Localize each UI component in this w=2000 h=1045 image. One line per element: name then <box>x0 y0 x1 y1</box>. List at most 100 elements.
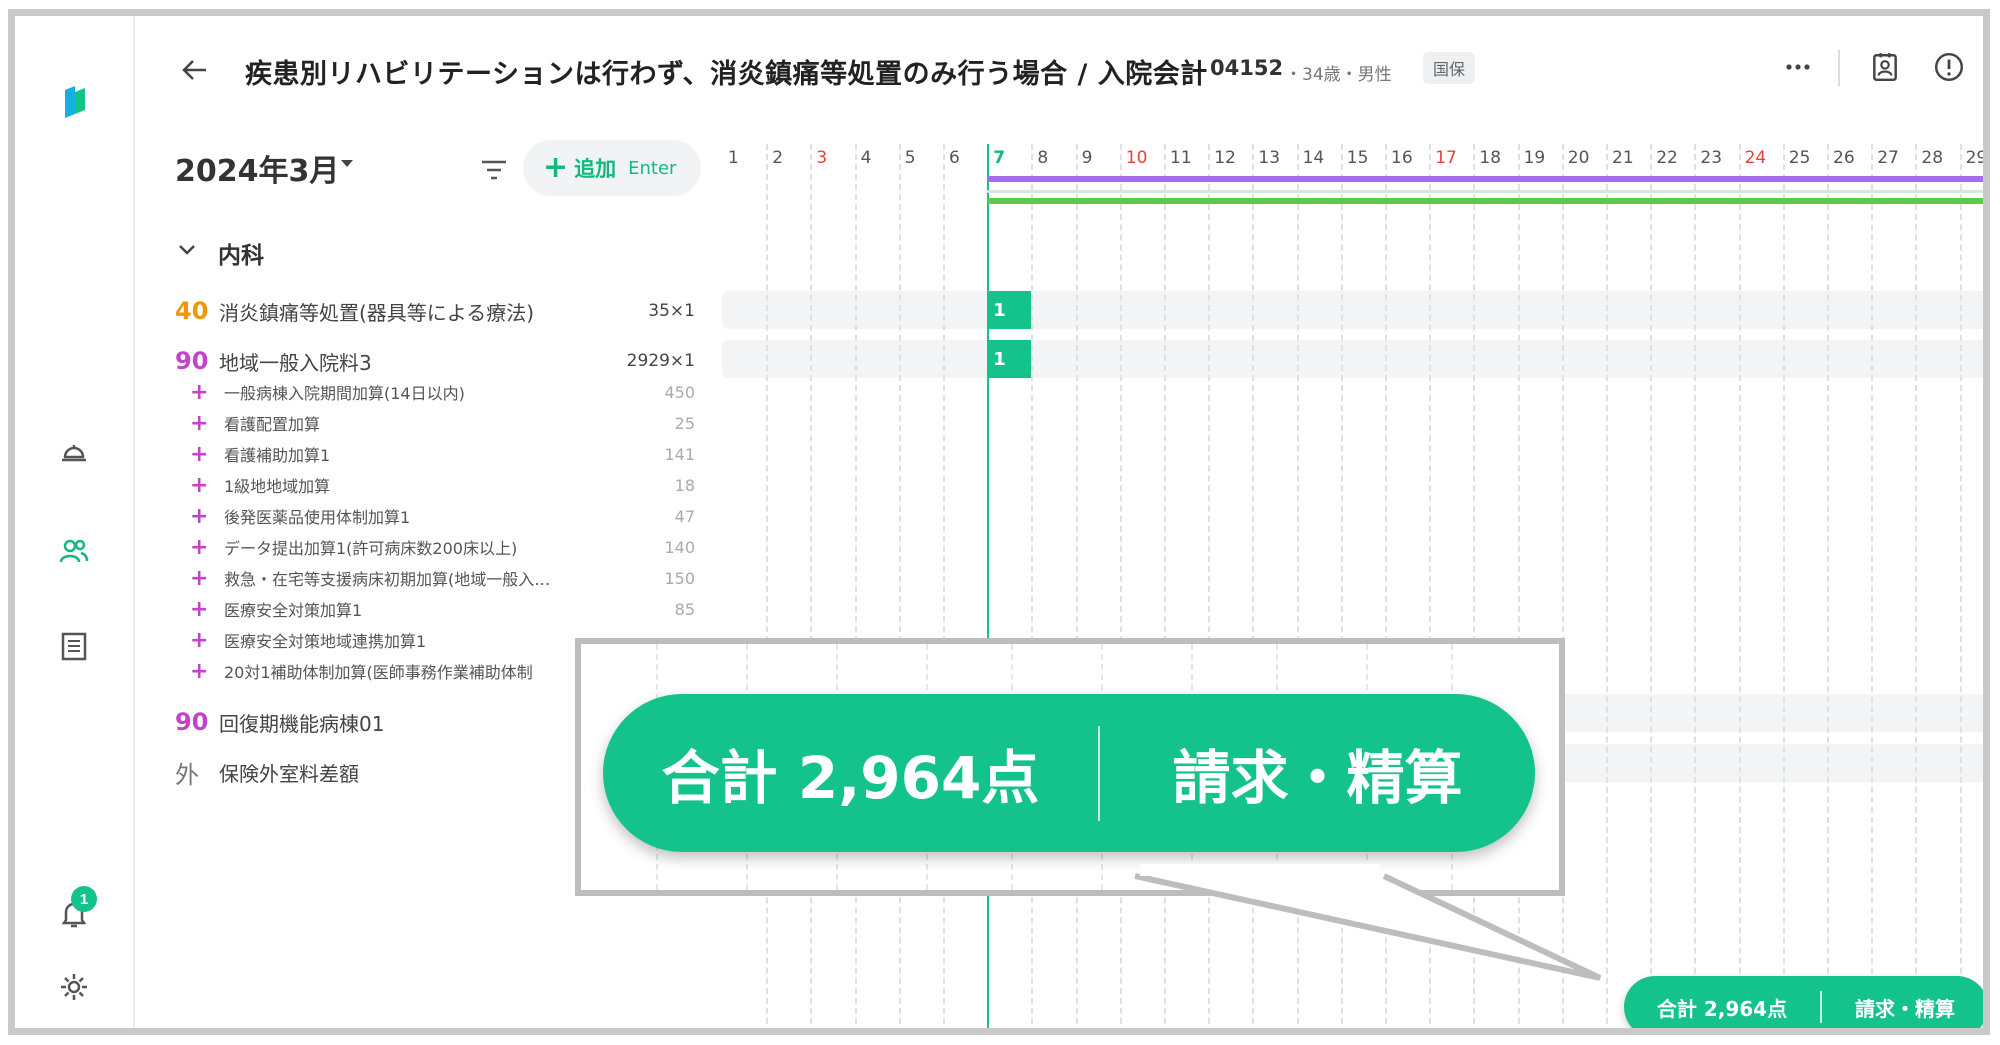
day-header-19[interactable]: 19 <box>1518 148 1562 168</box>
day-gridline <box>1473 144 1476 1028</box>
addon-item-row[interactable]: + 医療安全対策加算1 85 <box>190 595 695 623</box>
day-header-29[interactable]: 29 <box>1960 148 1983 168</box>
day-header-9[interactable]: 9 <box>1076 148 1120 168</box>
addon-item-name: 看護配置加算 <box>224 415 321 434</box>
day-header-27[interactable]: 27 <box>1871 148 1915 168</box>
day-header-1[interactable]: 1 <box>722 148 766 168</box>
day-header-16[interactable]: 16 <box>1385 148 1429 168</box>
day-gridline <box>1429 144 1432 1028</box>
day-gridline <box>1650 144 1653 1028</box>
addon-item-name: 1級地地域加算 <box>224 477 331 496</box>
day-header-26[interactable]: 26 <box>1827 148 1871 168</box>
addon-item-points: 141 <box>664 444 695 464</box>
patients-icon[interactable] <box>49 526 99 576</box>
day-header-14[interactable]: 14 <box>1297 148 1341 168</box>
patient-meta: ・34歳・男性 <box>1285 65 1392 85</box>
app-window: 1 疾患別リハビリテーションは行わず、消炎鎮痛等処置のみ行う場合 / 入院会計 … <box>8 9 1990 1035</box>
caret-down-icon[interactable] <box>341 160 353 167</box>
addon-item-points: 150 <box>664 568 695 588</box>
day-header-7[interactable]: 7 <box>987 148 1031 168</box>
day-header-24[interactable]: 24 <box>1739 148 1783 168</box>
hospital-stay-bar <box>987 176 1983 182</box>
app-logo-icon[interactable] <box>49 76 99 126</box>
addon-item-name: 医療安全対策地域連携加算1 <box>224 632 427 651</box>
reception-bell-icon[interactable] <box>49 426 99 476</box>
day-header-18[interactable]: 18 <box>1473 148 1517 168</box>
day-header-5[interactable]: 5 <box>899 148 943 168</box>
add-button[interactable]: + 追加 Enter <box>523 140 701 196</box>
day-gridline <box>943 144 945 1028</box>
addon-item-name: 後発医薬品使用体制加算1 <box>224 508 411 527</box>
day-header-17[interactable]: 17 <box>1429 148 1473 168</box>
plus-icon: + <box>190 596 209 622</box>
chevron-down-icon[interactable] <box>175 238 199 262</box>
day-gridline <box>1385 144 1387 1028</box>
day-header-12[interactable]: 12 <box>1208 148 1252 168</box>
billing-item-row[interactable]: 40 消炎鎮痛等処置(器具等による療法) 35×1 <box>175 291 695 331</box>
addon-item-row[interactable]: + 後発医薬品使用体制加算1 47 <box>190 502 695 530</box>
id-card-icon[interactable] <box>1862 44 1908 90</box>
patient-id: 04152 <box>1210 56 1284 80</box>
day-gridline <box>854 144 857 1028</box>
addon-item-row[interactable]: + 看護補助加算1 141 <box>190 440 695 468</box>
day-header-28[interactable]: 28 <box>1915 148 1959 168</box>
day-gridline <box>810 144 813 1028</box>
day-header-10[interactable]: 10 <box>1120 148 1164 168</box>
day-header-20[interactable]: 20 <box>1562 148 1606 168</box>
item-quantity: 2929×1 <box>626 351 695 371</box>
billing-item-row[interactable]: 90 回復期機能病棟01 <box>175 702 695 742</box>
addon-item-row[interactable]: +20対1補助体制加算(医師事務作業補助体制 <box>190 657 695 685</box>
billing-item-row[interactable]: 90 地域一般入院料3 2929×1 <box>175 341 695 381</box>
more-horizontal-icon[interactable] <box>1775 44 1821 90</box>
zoom-callout: 合計 2,964点 請求・精算 <box>575 638 1565 896</box>
day-gridline <box>1517 144 1520 1028</box>
addon-item-points: 140 <box>664 537 695 557</box>
day-gridline <box>1738 144 1741 1028</box>
day-header-21[interactable]: 21 <box>1606 148 1650 168</box>
addon-item-row[interactable]: + 一般病棟入院期間加算(14日以内) 450 <box>190 378 695 406</box>
day-header-4[interactable]: 4 <box>855 148 899 168</box>
addon-item-name: 看護補助加算1 <box>224 446 331 465</box>
addon-item-row[interactable]: + 医療安全対策地域連携加算1 <box>190 626 695 654</box>
highlight-underline <box>1623 1033 1987 1035</box>
addon-item-row[interactable]: + 救急・在宅等支援病床初期加算(地域一般入… 150 <box>190 564 695 592</box>
day-gridline <box>1606 144 1608 1028</box>
month-selector[interactable]: 2024年3月 <box>175 146 339 190</box>
insurance-badge: 国保 <box>1423 52 1476 84</box>
addon-item-points: 18 <box>674 475 695 495</box>
total-settle-button[interactable]: 合計 2,964点 請求・精算 <box>1624 976 1983 1028</box>
item-name: 消炎鎮痛等処置(器具等による療法) <box>219 300 535 325</box>
addon-item-row[interactable]: +1級地地域加算 18 <box>190 471 695 499</box>
day-gridline <box>1031 144 1034 1028</box>
day-header-23[interactable]: 23 <box>1694 148 1738 168</box>
addon-item-row[interactable]: + 看護配置加算 25 <box>190 409 695 437</box>
header-divider <box>1838 50 1840 86</box>
day-header-25[interactable]: 25 <box>1783 148 1827 168</box>
day-gridline <box>1827 144 1829 1028</box>
day-header-2[interactable]: 2 <box>766 148 810 168</box>
day-header-13[interactable]: 13 <box>1252 148 1296 168</box>
addon-item-name: 一般病棟入院期間加算(14日以内) <box>224 384 465 403</box>
day-header-3[interactable]: 3 <box>810 148 854 168</box>
arrow-left-icon[interactable] <box>175 50 215 90</box>
day-header-6[interactable]: 6 <box>943 148 987 168</box>
gear-icon[interactable] <box>49 962 99 1012</box>
calendar-cell-count[interactable]: 1 <box>987 340 1032 378</box>
alert-circle-icon[interactable] <box>1926 44 1972 90</box>
document-list-icon[interactable] <box>49 621 99 671</box>
header: 疾患別リハビリテーションは行わず、消炎鎮痛等処置のみ行う場合 / 入院会計 04… <box>135 16 1983 116</box>
day-gridline <box>987 144 990 1028</box>
calendar-cell-count[interactable]: 1 <box>987 291 1032 329</box>
page-title: 疾患別リハビリテーションは行わず、消炎鎮痛等処置のみ行う場合 / 入院会計 <box>245 59 1208 90</box>
day-header-11[interactable]: 11 <box>1164 148 1208 168</box>
addon-item-row[interactable]: + データ提出加算1(許可病床数200床以上) 140 <box>190 533 695 561</box>
day-gridline <box>1075 144 1078 1028</box>
billing-item-row[interactable]: 外保険外室料差額 <box>175 752 695 792</box>
addon-item-points: 450 <box>664 382 695 402</box>
day-header-22[interactable]: 22 <box>1650 148 1694 168</box>
day-gridline <box>1959 144 1962 1028</box>
day-header-8[interactable]: 8 <box>1031 148 1075 168</box>
filter-icon[interactable] <box>478 156 510 184</box>
bell-icon[interactable]: 1 <box>49 886 99 938</box>
day-header-15[interactable]: 15 <box>1341 148 1385 168</box>
